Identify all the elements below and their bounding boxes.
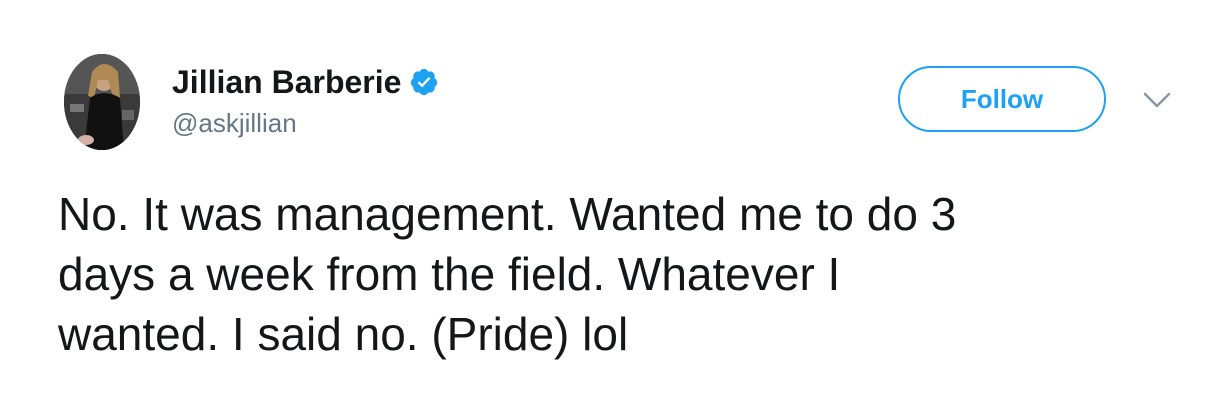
avatar-image — [64, 54, 140, 150]
tweet-card: Jillian Barberie @askjillian Follow No. … — [0, 0, 1224, 400]
verified-badge-icon — [409, 67, 439, 97]
author-handle[interactable]: @askjillian — [172, 108, 297, 139]
tweet-text: No. It was management. Wanted me to do 3… — [58, 188, 957, 360]
avatar[interactable] — [64, 54, 140, 150]
display-name[interactable]: Jillian Barberie — [172, 64, 401, 101]
chevron-down-icon[interactable] — [1140, 88, 1174, 112]
author-name-row: Jillian Barberie — [172, 62, 439, 102]
follow-button[interactable]: Follow — [898, 66, 1106, 132]
